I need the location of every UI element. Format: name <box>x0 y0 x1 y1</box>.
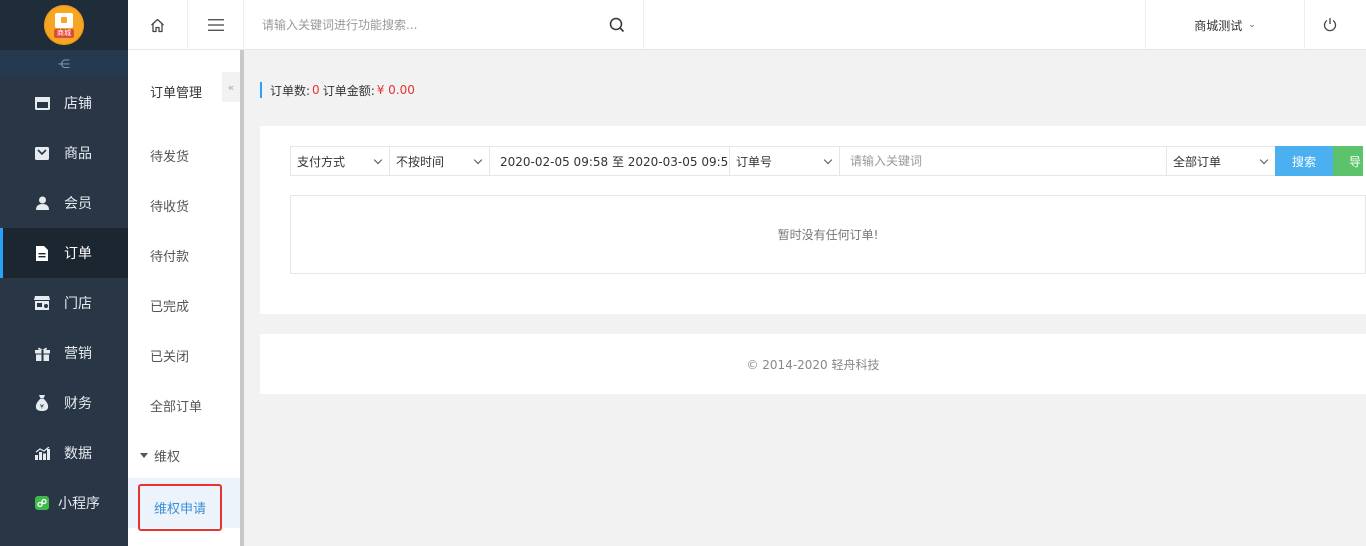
sidebar-item-goods[interactable]: 商品 <box>0 128 128 178</box>
order-status-value: 全部订单 <box>1173 154 1222 169</box>
goods-icon <box>34 145 50 161</box>
submenu-title: 订单管理 <box>150 86 203 101</box>
home-icon <box>151 18 164 32</box>
empty-order-list: 暂时没有任何订单! <box>290 195 1366 274</box>
time-filter-value: 不按时间 <box>396 154 445 169</box>
order-count-value: 0 <box>312 83 320 97</box>
submenu-group-label: 维权 <box>154 450 181 465</box>
store-icon <box>55 12 73 28</box>
gift-icon <box>34 345 50 361</box>
sidebar-item-label: 会员 <box>64 196 92 212</box>
submenu-item-rights-application[interactable]: 维权申请 <box>138 484 222 531</box>
sidebar-item-marketing[interactable]: 营销 <box>0 328 128 378</box>
hamburger-icon <box>207 19 224 31</box>
date-range-picker[interactable]: 2020-02-05 09:58 至 2020-03-05 09:58 <box>489 146 736 176</box>
search-field-select[interactable]: 订单号 <box>729 146 840 176</box>
sidebar-item-label: 财务 <box>64 396 92 412</box>
main-sidebar: 商城 ⋲ 店铺 商品 会员 订单 门店 营销 ¥ 财务 数据 小程序 <box>0 0 128 546</box>
power-icon[interactable] <box>1323 17 1337 36</box>
home-button[interactable] <box>128 0 188 50</box>
chevron-down-icon: ⌄ <box>1248 20 1256 30</box>
sidebar-item-label: 营销 <box>64 346 92 362</box>
sidebar-item-member[interactable]: 会员 <box>0 178 128 228</box>
submenu-header: 订单管理 « <box>128 50 240 128</box>
sidebar-menu: 店铺 商品 会员 订单 门店 营销 ¥ 财务 数据 小程序 <box>0 78 128 528</box>
submenu-item-pending-shipment[interactable]: 待发货 <box>150 146 189 165</box>
order-count-label: 订单数: <box>270 83 311 98</box>
sidebar-item-order[interactable]: 订单 <box>0 228 128 278</box>
top-bar: 商城测试 ⌄ <box>128 0 1366 50</box>
svg-text:¥: ¥ <box>40 403 44 411</box>
copyright-footer: © 2014-2020 轻舟科技 <box>260 334 1366 394</box>
order-panel: 支付方式 不按时间 2020-02-05 09:58 至 2020-03-05 … <box>260 126 1366 314</box>
sidebar-item-label: 店铺 <box>64 96 92 112</box>
money-bag-icon: ¥ <box>34 395 50 411</box>
sidebar-item-shopfront[interactable]: 门店 <box>0 278 128 328</box>
sidebar-collapse-button[interactable]: ⋲ <box>0 50 128 78</box>
chevron-down-icon <box>823 155 833 164</box>
menu-toggle-button[interactable] <box>188 0 244 50</box>
user-icon <box>34 195 50 211</box>
chevron-down-icon <box>1259 155 1269 164</box>
search-field-value: 订单号 <box>736 154 773 169</box>
caret-down-icon <box>140 453 148 458</box>
payment-method-value: 支付方式 <box>297 154 346 169</box>
keyword-input[interactable] <box>839 146 1167 176</box>
payment-method-select[interactable]: 支付方式 <box>290 146 390 176</box>
sidebar-item-label: 门店 <box>64 296 92 312</box>
logo-area: 商城 <box>0 0 128 50</box>
sidebar-item-label: 数据 <box>64 446 92 462</box>
store-icon <box>34 95 50 111</box>
submenu-item-pending-payment[interactable]: 待付款 <box>150 246 189 265</box>
submenu-item-closed[interactable]: 已关闭 <box>150 346 189 365</box>
shop-logo[interactable]: 商城 <box>44 5 84 45</box>
submenu-group-rights[interactable]: 维权 <box>140 446 180 465</box>
order-amount-value: ¥ 0.00 <box>376 83 415 97</box>
filter-bar: 支付方式 不按时间 2020-02-05 09:58 至 2020-03-05 … <box>290 146 1363 176</box>
submenu-item-pending-receipt[interactable]: 待收货 <box>150 196 189 215</box>
sidebar-item-label: 订单 <box>64 246 92 262</box>
sidebar-item-label: 小程序 <box>58 496 100 512</box>
bar-chart-icon <box>34 445 50 461</box>
logo-text: 商城 <box>54 28 74 38</box>
function-search <box>244 0 644 50</box>
submenu-item-all-orders[interactable]: 全部订单 <box>150 396 202 415</box>
order-submenu: 订单管理 « 待发货 待收货 待付款 已完成 已关闭 全部订单 维权 维权申请 <box>128 0 244 546</box>
search-icon[interactable] <box>609 17 625 37</box>
time-filter-select[interactable]: 不按时间 <box>389 146 490 176</box>
export-button[interactable]: 导 <box>1333 146 1363 176</box>
chevron-down-icon <box>373 155 383 164</box>
order-stats: 订单数: 0 订单金额: ¥ 0.00 <box>260 82 415 98</box>
shop-name: 商城测试 <box>1194 18 1243 33</box>
sidebar-item-data[interactable]: 数据 <box>0 428 128 478</box>
chevron-down-icon <box>473 155 483 164</box>
miniprogram-icon <box>34 495 50 511</box>
shop-switcher[interactable]: 商城测试 ⌄ <box>1145 0 1305 50</box>
collapse-icon: ⋲ <box>58 57 70 71</box>
sidebar-item-store[interactable]: 店铺 <box>0 78 128 128</box>
search-button[interactable]: 搜索 <box>1275 146 1333 176</box>
document-icon <box>34 245 50 261</box>
sidebar-item-miniprogram[interactable]: 小程序 <box>0 478 128 528</box>
submenu-item-completed[interactable]: 已完成 <box>150 296 189 315</box>
fold-left-icon[interactable]: « <box>222 72 240 102</box>
sidebar-item-finance[interactable]: ¥ 财务 <box>0 378 128 428</box>
sidebar-item-label: 商品 <box>64 146 92 162</box>
shopfront-icon <box>34 295 50 311</box>
function-search-input[interactable] <box>262 14 582 36</box>
order-status-select[interactable]: 全部订单 <box>1166 146 1276 176</box>
order-amount-label: 订单金额: <box>322 83 375 98</box>
